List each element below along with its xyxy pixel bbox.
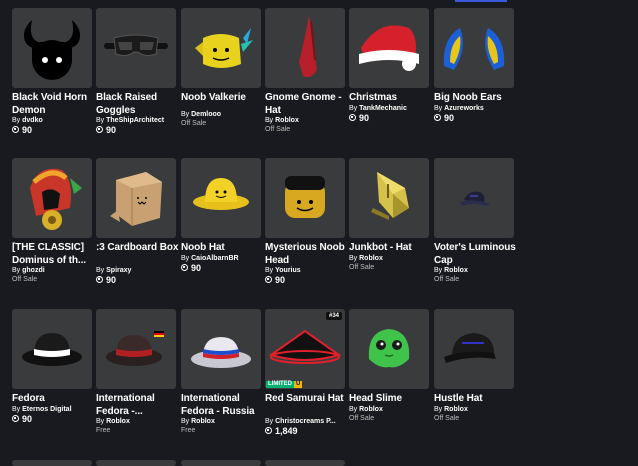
item-creator[interactable]: By dvdko [12,116,102,125]
item-name[interactable]: International Fedora - Russia [181,393,265,418]
black-horn-demon-icon [12,8,92,88]
item-status: Off Sale [349,415,375,422]
robux-icon [12,415,19,423]
item-creator[interactable]: By Roblox [265,116,355,125]
item-price: 90 [265,275,285,286]
serial-badge: #34 [325,312,342,320]
santa-hat-icon [349,8,429,88]
item-price: 90 [12,125,32,136]
item-creator[interactable]: By Roblox [96,417,186,426]
gnome-hat-icon [265,8,345,88]
item-name[interactable]: International Fedora -... [96,393,180,418]
item-creator[interactable]: By Yourius [265,266,355,275]
item-creator[interactable]: By Spiraxy [96,266,186,275]
item-status: Off Sale [434,276,460,283]
head-slime-icon [349,309,429,389]
item-creator[interactable]: By ghozdi [12,266,102,275]
item-status: Off Sale [434,415,460,422]
robux-icon [96,126,103,134]
germany-fedora-icon [96,309,176,389]
item-price: 90 [349,113,369,124]
item-status: Off Sale [349,264,375,271]
item-name[interactable]: Hustle Hat [434,393,518,406]
item-name[interactable]: Noob Hat [181,242,265,255]
item-creator[interactable]: By Roblox [181,417,271,426]
item-creator[interactable]: By TheShipArchitect [96,116,186,125]
item-price: 1,849 [265,426,298,437]
item-card-partial[interactable] [12,460,92,466]
item-status: Free [96,427,111,434]
item-creator[interactable]: By Roblox [349,405,439,414]
robux-icon [12,126,19,134]
item-card-partial[interactable] [96,460,176,466]
cardboard-box-icon [96,158,176,238]
robux-icon [96,276,103,284]
item-price: 90 [12,414,32,425]
item-name[interactable]: Head Slime [349,393,433,406]
goggles-icon [96,8,176,88]
item-name[interactable]: Black Raised Goggles [96,92,180,117]
item-creator[interactable]: By Eternos Digital [12,405,102,414]
item-name[interactable]: Christmas [349,92,433,105]
item-name[interactable]: Mysterious Noob Head [265,242,349,267]
hustle-cap-icon [434,309,514,389]
item-creator[interactable]: By Christocreams P... [265,417,355,426]
item-name[interactable]: [THE CLASSIC] Dominus of th... [12,242,96,267]
item-name[interactable]: :3 Cardboard Box [96,242,180,255]
russia-fedora-icon [181,309,261,389]
item-creator[interactable]: By TankMechanic [349,104,439,113]
item-creator[interactable]: By Roblox [349,254,439,263]
robux-icon [265,427,272,435]
noob-head-icon [265,158,345,238]
item-creator[interactable]: By Roblox [434,266,524,275]
item-name[interactable]: Junkbot - Hat [349,242,433,255]
item-creator[interactable]: By Roblox [434,405,524,414]
fedora-icon [12,309,92,389]
noob-valkyrie-icon [181,8,261,88]
item-price: 90 [181,263,201,274]
top-accent-bar [455,0,507,2]
item-status: Off Sale [181,120,207,127]
robux-icon [434,114,441,122]
item-creator[interactable]: By Azureworks [434,104,524,113]
item-status: Off Sale [12,276,38,283]
limited-badge: LIMITED U [266,381,303,388]
samurai-hat-icon: #34 LIMITED U [265,309,345,389]
dominus-icon [12,158,92,238]
item-card-partial[interactable] [181,460,261,466]
yellow-bucket-hat-icon [181,158,261,238]
item-status: Off Sale [265,126,291,133]
item-creator[interactable]: By CaioAlbarnBR [181,254,271,263]
item-name[interactable]: Gnome Gnome - Hat [265,92,349,117]
robux-icon [349,114,356,122]
item-name[interactable]: Fedora [12,393,96,406]
robux-icon [181,264,188,272]
junkbot-hat-icon [349,158,429,238]
robux-icon [265,276,272,284]
voter-cap-icon [434,158,514,238]
item-name[interactable]: Voter's Luminous Cap [434,242,518,267]
item-price: 90 [96,125,116,136]
item-price: 90 [434,113,454,124]
noob-ears-icon [434,8,514,88]
item-name[interactable]: Noob Valkerie [181,92,265,105]
item-name[interactable]: Red Samurai Hat [265,393,349,406]
item-name[interactable]: Black Void Horn Demon [12,92,96,117]
item-creator[interactable]: By Demlooo [181,110,271,119]
item-price: 90 [96,275,116,286]
item-name[interactable]: Big Noob Ears [434,92,518,105]
item-status: Free [181,427,196,434]
item-card-partial[interactable] [265,460,345,466]
